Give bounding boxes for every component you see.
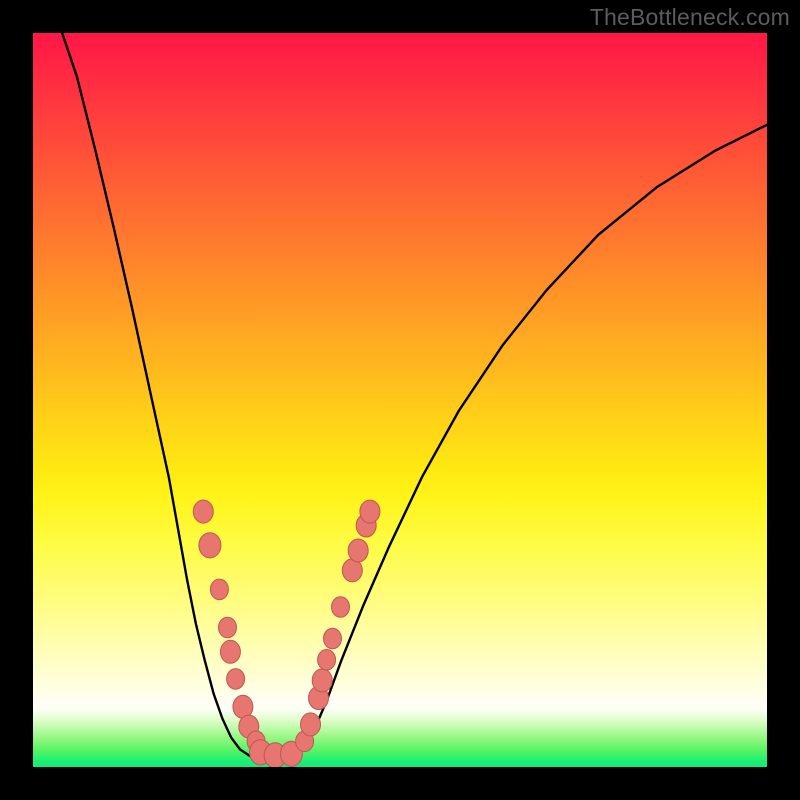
data-marker bbox=[199, 533, 221, 558]
watermark-label: TheBottleneck.com bbox=[590, 4, 790, 31]
data-marker bbox=[312, 669, 332, 692]
data-marker bbox=[360, 500, 380, 523]
data-marker bbox=[227, 669, 245, 690]
data-marker bbox=[220, 640, 240, 663]
bottleneck-curve bbox=[57, 33, 767, 758]
curve-layer bbox=[33, 33, 767, 767]
data-marker bbox=[193, 500, 213, 523]
data-marker bbox=[324, 628, 342, 649]
data-marker bbox=[332, 597, 350, 618]
data-marker bbox=[210, 579, 228, 600]
data-marker bbox=[219, 617, 237, 638]
plot-area bbox=[33, 33, 767, 767]
chart-frame: TheBottleneck.com bbox=[0, 0, 800, 800]
data-marker bbox=[301, 713, 321, 736]
data-marker bbox=[348, 539, 368, 562]
data-marker bbox=[318, 650, 336, 671]
